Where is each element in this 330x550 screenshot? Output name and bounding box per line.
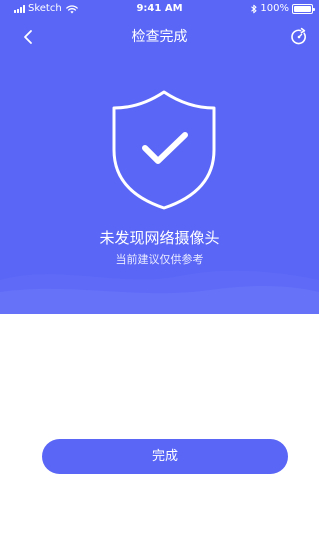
- screen: Sketch 9:41 AM 100% 检查完成 未发现网络摄像头 当前建议仅供…: [0, 0, 330, 550]
- battery-percent: 100%: [260, 3, 289, 14]
- battery-level-fill: [294, 6, 311, 12]
- bluetooth-icon: [251, 4, 257, 14]
- page-title: 检查完成: [131, 29, 188, 45]
- shield-check-icon: [112, 90, 216, 210]
- done-button[interactable]: 完成: [42, 439, 288, 474]
- status-bar-right: 100%: [251, 3, 315, 15]
- result-subtitle: 当前建议仅供参考: [115, 253, 204, 266]
- result-title: 未发现网络摄像头: [99, 229, 220, 247]
- battery-icon: [292, 4, 315, 14]
- refresh-icon[interactable]: [289, 27, 309, 47]
- result-header-panel: Sketch 9:41 AM 100% 检查完成 未发现网络摄像头 当前建议仅供…: [0, 0, 319, 314]
- status-bar: Sketch 9:41 AM 100%: [0, 0, 319, 18]
